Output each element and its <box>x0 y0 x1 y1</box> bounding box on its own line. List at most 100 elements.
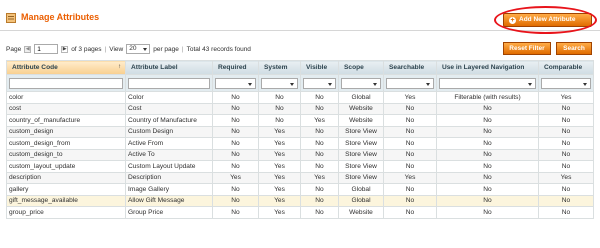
cell-visible: No <box>300 102 339 115</box>
cell-use-in-layered-navigation: No <box>436 206 539 219</box>
view-label: View <box>109 45 124 53</box>
table-row[interactable]: group_price Group Price No Yes No Website No No… <box>6 206 594 219</box>
cell-required: No <box>212 194 259 207</box>
cell-attribute-label: Color <box>125 91 213 104</box>
column-header-attribute-code[interactable]: Attribute Code ↑ <box>6 60 126 75</box>
column-header-system[interactable]: System <box>258 60 301 75</box>
cell-attribute-label: Image Gallery <box>125 183 213 196</box>
next-page-icon[interactable]: ▶ <box>61 45 69 53</box>
cell-visible: No <box>300 148 339 161</box>
cell-attribute-code: custom_design <box>6 125 126 138</box>
per-page-select[interactable]: 20 <box>126 44 151 54</box>
cell-searchable: Yes <box>383 171 437 184</box>
cell-attribute-label: Active From <box>125 137 213 150</box>
cell-searchable: No <box>383 183 437 196</box>
filter-input-attribute-label[interactable] <box>128 77 210 89</box>
cell-use-in-layered-navigation: No <box>436 171 539 184</box>
cell-required: No <box>212 137 259 150</box>
cell-attribute-code: gallery <box>6 183 126 196</box>
cell-use-in-layered-navigation: No <box>436 114 539 127</box>
table-row[interactable]: description Description Yes Yes Yes Store Vie… <box>6 171 594 184</box>
cell-system: No <box>258 91 301 104</box>
grid-header-row: Attribute Code ↑ Attribute Label Required Sy… <box>6 60 594 75</box>
cell-searchable: No <box>383 137 437 150</box>
column-header-searchable[interactable]: Searchable <box>383 60 437 75</box>
reset-filter-button[interactable]: Reset Filter <box>503 42 551 55</box>
total-records-text: Total 43 records found <box>186 45 251 53</box>
table-row[interactable]: custom_layout_update Custom Layout Update… <box>6 160 594 173</box>
filter-input-attribute-code[interactable] <box>9 77 123 89</box>
filter-select-visible[interactable] <box>303 77 336 89</box>
cell-use-in-layered-navigation: No <box>436 148 539 161</box>
cell-scope: Website <box>338 114 384 127</box>
cell-visible: No <box>300 125 339 138</box>
table-row[interactable]: custom_design_to Active To No Yes No Store Vi… <box>6 148 594 161</box>
filter-cell <box>338 74 384 92</box>
cell-use-in-layered-navigation: No <box>436 160 539 173</box>
table-row[interactable]: gift_message_available Allow Gift Message… <box>6 194 594 207</box>
search-button[interactable]: Search <box>556 42 592 55</box>
header-divider <box>0 30 600 31</box>
cell-required: No <box>212 91 259 104</box>
cell-system: No <box>258 102 301 115</box>
cell-attribute-label: Description <box>125 171 213 184</box>
cell-searchable: No <box>383 125 437 138</box>
filter-cell <box>436 74 539 92</box>
grid-filter-row <box>6 74 594 92</box>
cell-required: No <box>212 206 259 219</box>
column-header-required[interactable]: Required <box>212 60 259 75</box>
table-row[interactable]: custom_design Custom Design No Yes No Store V… <box>6 125 594 138</box>
cell-use-in-layered-navigation: No <box>436 102 539 115</box>
table-row[interactable]: custom_design_from Active From No Yes No Stor… <box>6 137 594 150</box>
cell-scope: Store View <box>338 171 384 184</box>
cell-attribute-label: Custom Design <box>125 125 213 138</box>
cell-searchable: No <box>383 114 437 127</box>
column-header-attribute-label[interactable]: Attribute Label <box>125 60 213 75</box>
cell-visible: No <box>300 137 339 150</box>
filter-select-comparable[interactable] <box>541 77 591 89</box>
cell-visible: No <box>300 206 339 219</box>
cell-required: No <box>212 125 259 138</box>
attributes-grid: Attribute Code ↑ Attribute Label Required Sy… <box>6 60 594 219</box>
sort-ascending-icon: ↑ <box>118 64 121 70</box>
cell-attribute-label: Group Price <box>125 206 213 219</box>
cell-system: Yes <box>258 160 301 173</box>
filter-cell <box>383 74 437 92</box>
column-header-label: Scope <box>344 64 364 71</box>
cell-visible: No <box>300 183 339 196</box>
filter-select-use-in-layered-navigation[interactable] <box>439 77 536 89</box>
table-row[interactable]: cost Cost No No No Website No No No <box>6 102 594 115</box>
previous-page-icon[interactable]: ◀ <box>24 45 32 53</box>
column-header-use-in-layered-navigation[interactable]: Use in Layered Navigation <box>436 60 539 75</box>
filter-select-required[interactable] <box>215 77 256 89</box>
cell-visible: No <box>300 91 339 104</box>
cell-attribute-label: Cost <box>125 102 213 115</box>
cell-required: No <box>212 102 259 115</box>
cell-visible: No <box>300 160 339 173</box>
add-new-attribute-button[interactable]: + Add New Attribute <box>503 13 592 27</box>
cell-required: No <box>212 114 259 127</box>
filter-select-searchable[interactable] <box>386 77 434 89</box>
filter-cell <box>212 74 259 92</box>
cell-comparable: Yes <box>538 91 594 104</box>
table-row[interactable]: color Color No No No Global Yes Filterable (wit… <box>6 91 594 104</box>
cell-system: Yes <box>258 148 301 161</box>
cell-scope: Store View <box>338 137 384 150</box>
column-header-visible[interactable]: Visible <box>300 60 339 75</box>
cell-attribute-code: cost <box>6 102 126 115</box>
page-number-input[interactable] <box>34 44 59 54</box>
filter-cell <box>538 74 594 92</box>
filter-select-system[interactable] <box>261 77 298 89</box>
cell-attribute-code: group_price <box>6 206 126 219</box>
filter-select-scope[interactable] <box>341 77 381 89</box>
column-header-label: Attribute Code <box>12 64 58 71</box>
column-header-label: Visible <box>306 64 328 71</box>
cell-attribute-label: Country of Manufacture <box>125 114 213 127</box>
table-row[interactable]: gallery Image Gallery No Yes No Global No No No <box>6 183 594 196</box>
pager-separator: | <box>104 45 107 53</box>
cell-required: No <box>212 183 259 196</box>
column-header-scope[interactable]: Scope <box>338 60 384 75</box>
column-header-comparable[interactable]: Comparable <box>538 60 594 75</box>
table-row[interactable]: country_of_manufacture Country of Manufac… <box>6 114 594 127</box>
cell-visible: Yes <box>300 114 339 127</box>
